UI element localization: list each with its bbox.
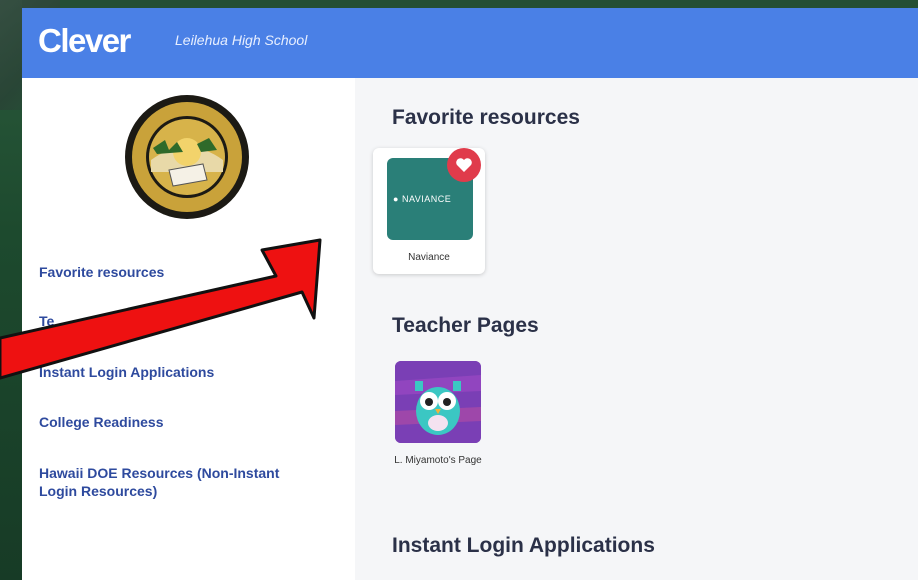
section-title-teacher-pages: Teacher Pages — [392, 314, 539, 337]
sidebar-item-favorite-resources[interactable]: Favorite resources — [39, 263, 339, 281]
sidebar-item-instant-login[interactable]: Instant Login Applications — [39, 363, 339, 381]
favorite-heart-icon[interactable] — [447, 148, 481, 182]
sidebar-item-college-readiness[interactable]: College Readiness — [39, 413, 339, 431]
naviance-tile-text: NAVIANCE — [401, 194, 452, 204]
naviance-logo-dot-icon: ● — [393, 194, 399, 204]
sidebar: Favorite resources Te Instant Login Appl… — [22, 78, 355, 580]
slide-background-top — [0, 0, 918, 8]
sidebar-item-hawaii-doe-resources[interactable]: Hawaii DOE Resources (Non-Instant Login … — [39, 464, 319, 500]
app-label-miyamoto-page: L. Miyamoto's Page — [394, 455, 482, 466]
department-of-education-seal-icon — [117, 94, 257, 220]
section-title-favorite-resources: Favorite resources — [392, 106, 580, 129]
app-card-miyamoto-page[interactable]: L. Miyamoto's Page — [394, 358, 495, 498]
top-navigation-bar: Clever Leilehua High School — [22, 8, 918, 78]
main-content: Favorite resources ● NAVIANCE Naviance T… — [355, 78, 918, 580]
section-title-instant-login: Instant Login Applications — [392, 534, 655, 557]
clever-portal-window: Clever Leilehua High School Favorite res… — [22, 8, 918, 580]
app-label-naviance: Naviance — [408, 252, 450, 263]
sidebar-item-teacher-pages[interactable]: Te — [39, 312, 339, 330]
heart-icon — [456, 158, 472, 172]
school-name: Leilehua High School — [175, 32, 308, 48]
clever-logo[interactable]: Clever — [38, 22, 131, 60]
miyamoto-page-tile[interactable] — [395, 361, 481, 443]
app-card-naviance[interactable]: ● NAVIANCE Naviance — [373, 148, 485, 274]
owl-icon — [395, 361, 481, 443]
